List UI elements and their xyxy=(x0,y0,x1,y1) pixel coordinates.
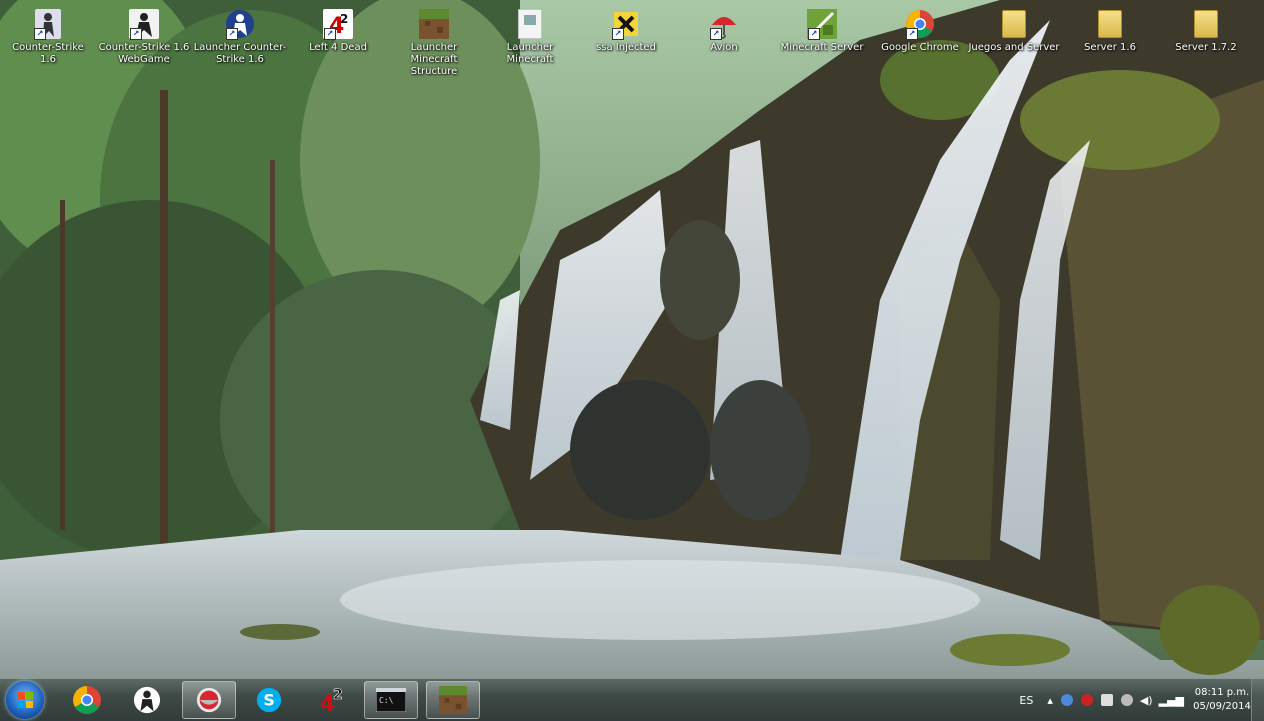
minecraft-server-icon: ↗ xyxy=(806,8,838,40)
shortcut-arrow-icon: ↗ xyxy=(906,28,918,40)
svg-text:2: 2 xyxy=(340,12,348,26)
clock[interactable]: 08:11 p.m. 05/09/2014 xyxy=(1193,686,1251,714)
left-4-dead-icon: 42 ↗ xyxy=(322,8,354,40)
desktop-icon-label: Counter-Strike 1.6 xyxy=(12,42,84,65)
shortcut-arrow-icon: ↗ xyxy=(324,28,336,40)
shortcut-arrow-icon: ↗ xyxy=(226,28,238,40)
svg-text:C:\: C:\ xyxy=(379,696,394,705)
windows-logo-icon xyxy=(17,692,33,708)
network-signal-icon[interactable]: ▂▄▆ xyxy=(1159,694,1184,707)
desktop-icon-label: Juegos and Server xyxy=(968,42,1060,53)
skype-icon: S xyxy=(256,687,282,713)
svg-text:S: S xyxy=(263,691,274,710)
desktop-icon-label: Launcher Minecraft xyxy=(506,42,554,65)
show-desktop-button[interactable] xyxy=(1251,679,1264,721)
system-tray: ES ▴ ◀) ▂▄▆ 08:11 p.m. 05/09/2014 xyxy=(1019,679,1264,721)
taskbar-button-minecraft[interactable] xyxy=(426,681,480,719)
svg-text:2: 2 xyxy=(333,687,343,703)
desktop-icon-label: Launcher Minecraft Structure xyxy=(410,42,458,77)
left-4-dead-2-icon: 42 xyxy=(320,687,343,715)
taskbar-button-recorder[interactable] xyxy=(182,681,236,719)
counter-strike-icon: ↗ xyxy=(224,8,256,40)
power-icon[interactable] xyxy=(1120,694,1133,706)
taskbar-button-left-4-dead-2[interactable]: 42 xyxy=(304,681,358,719)
desktop-icon-label: Google Chrome xyxy=(881,42,959,53)
shortcut-arrow-icon: ↗ xyxy=(710,28,722,40)
desktop-icon-launcher-minecraft-structure[interactable]: Launcher Minecraft Structure xyxy=(386,8,482,78)
volume-icon[interactable]: ◀) xyxy=(1140,694,1153,707)
desktop-icon-label: Avion xyxy=(710,42,738,53)
show-hidden-icons-icon[interactable]: ▴ xyxy=(1047,694,1053,707)
chrome-icon xyxy=(73,686,101,714)
folder-icon xyxy=(998,8,1030,40)
counter-strike-icon: ↗ xyxy=(32,8,64,40)
desktop-wallpaper xyxy=(0,0,1264,678)
chrome-icon: ↗ xyxy=(904,8,936,40)
network-globe-icon[interactable] xyxy=(1060,694,1073,706)
desktop-icon-minecraft-server[interactable]: ↗ Minecraft Server xyxy=(774,8,870,54)
desktop-icon-ssa-injected[interactable]: ↗ ssa Injected xyxy=(578,8,674,54)
desktop-icon-avion[interactable]: ↗ Avion xyxy=(676,8,772,54)
taskbar-button-counter-strike[interactable] xyxy=(120,681,174,719)
desktop-icon-label: Server 1.6 xyxy=(1084,42,1136,53)
taskbar-button-command-prompt[interactable]: C:\ xyxy=(364,681,418,719)
counter-strike-icon: ↗ xyxy=(128,8,160,40)
umbrella-icon: ↗ xyxy=(708,8,740,40)
desktop-icon-label: Counter-Strike 1.6 WebGame xyxy=(98,42,190,65)
desktop-icon-left-4-dead[interactable]: 42 ↗ Left 4 Dead xyxy=(290,8,386,54)
taskbar-button-skype[interactable]: S xyxy=(242,681,296,719)
shortcut-arrow-icon: ↗ xyxy=(34,28,46,40)
desktop-icon-label: Server 1.7.2 xyxy=(1175,42,1237,53)
launcher-icon xyxy=(514,8,546,40)
desktop-icon-label: Left 4 Dead xyxy=(309,42,367,53)
minecraft-icon xyxy=(418,8,450,40)
desktop-icon-folder-server-1-7-2[interactable]: Server 1.7.2 xyxy=(1158,8,1254,54)
desktop-icon-counter-strike-1-6[interactable]: ↗ Counter-Strike 1.6 xyxy=(0,8,96,66)
desktop-icon-counter-strike-webgame[interactable]: ↗ Counter-Strike 1.6 WebGame xyxy=(96,8,192,66)
desktop-icon-launcher-counter-strike[interactable]: ↗ Launcher Counter- Strike 1.6 xyxy=(192,8,288,66)
antivirus-icon[interactable] xyxy=(1080,694,1093,706)
folder-icon xyxy=(1190,8,1222,40)
shortcut-arrow-icon: ↗ xyxy=(612,28,624,40)
command-prompt-icon: C:\ xyxy=(376,688,406,712)
shortcut-arrow-icon: ↗ xyxy=(130,28,142,40)
desktop-icon-google-chrome[interactable]: ↗ Google Chrome xyxy=(872,8,968,54)
flag-icon[interactable] xyxy=(1100,694,1113,706)
injector-icon: ↗ xyxy=(610,8,642,40)
recording-icon xyxy=(196,687,222,713)
taskbar-button-chrome[interactable] xyxy=(60,681,114,719)
desktop-icon-label: Minecraft Server xyxy=(780,42,864,53)
desktop-icon-label: ssa Injected xyxy=(596,42,656,53)
desktop-icon-label: Launcher Counter- Strike 1.6 xyxy=(193,42,287,65)
clock-time: 08:11 p.m. xyxy=(1194,687,1250,698)
folder-icon xyxy=(1094,8,1126,40)
clock-date: 05/09/2014 xyxy=(1193,701,1251,712)
start-button[interactable] xyxy=(6,681,44,719)
desktop-icon-folder-server-1-6[interactable]: Server 1.6 xyxy=(1062,8,1158,54)
taskbar: S 42 C:\ ES ▴ ◀) ▂▄▆ 08:11 p.m. 05/09/20… xyxy=(0,678,1264,721)
minecraft-icon xyxy=(439,686,467,714)
desktop-icon-folder-juegos[interactable]: Juegos and Server xyxy=(966,8,1062,54)
counter-strike-icon xyxy=(133,686,161,714)
desktop-icon-launcher-minecraft[interactable]: Launcher Minecraft xyxy=(482,8,578,66)
shortcut-arrow-icon: ↗ xyxy=(808,28,820,40)
language-indicator[interactable]: ES xyxy=(1019,694,1033,707)
